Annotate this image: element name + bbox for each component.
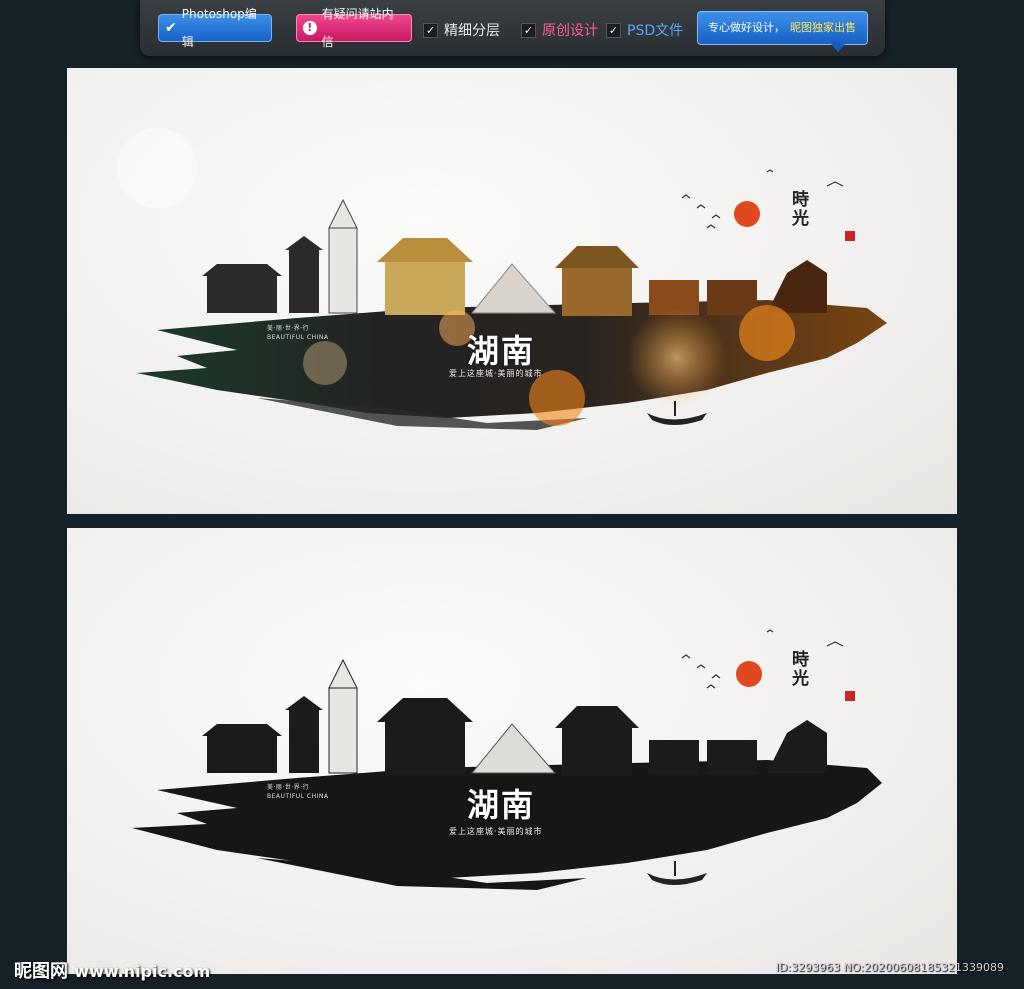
skyline-illustration <box>117 128 887 430</box>
poster-slogan: 爱上这座城·美丽的城市 <box>449 827 543 836</box>
ask-message-label: 有疑问请站内信 <box>321 7 394 49</box>
checkbox-icon: ✓ <box>521 22 536 38</box>
checkmark-icon: ✔ <box>165 20 177 36</box>
birds-icon <box>681 169 844 229</box>
poster-tagline-en: BEAUTIFUL CHINA <box>267 793 329 800</box>
preview-ink-poster[interactable]: 湖南 爱上这座城·美丽的城市 美·丽·世·界·行 BEAUTIFUL CHINA… <box>67 528 957 974</box>
poster-tagline: 美·丽·世·界·行 <box>267 325 310 332</box>
exclusive-promo-button[interactable]: 专心做好设计， 昵图独家出售 <box>697 11 868 52</box>
feature-original-label: 原创设计 <box>542 23 598 39</box>
photoshop-edit-label: Photoshop编辑 <box>181 7 257 49</box>
feature-psd: ✓ PSD文件 <box>606 20 683 40</box>
skyline-illustration <box>132 629 882 890</box>
feature-layers-label: 精细分层 <box>444 23 500 39</box>
feature-layers: ✓ 精细分层 <box>423 20 500 40</box>
preview-color-poster[interactable]: 湖南 爱上这座城·美丽的城市 美·丽·世·界·行 BEAUTIFUL CHINA… <box>67 68 957 514</box>
promo-highlight: 昵图独家出售 <box>790 21 856 34</box>
poster-title: 湖南 <box>467 786 536 824</box>
boat-icon <box>647 413 707 425</box>
red-sun-icon <box>734 201 760 227</box>
ask-message-button[interactable]: ! 有疑问请站内信 <box>296 7 412 49</box>
red-seal-icon <box>845 231 855 241</box>
top-toolbar: ✔ Photoshop编辑 ! 有疑问请站内信 ✓ 精细分层 ✓ 原创设计 ✓ … <box>140 0 885 56</box>
skyline-buildings <box>202 658 827 776</box>
exclamation-icon: ! <box>303 21 317 35</box>
poster-tagline-en: BEAUTIFUL CHINA <box>267 334 329 341</box>
checkbox-icon: ✓ <box>423 22 438 38</box>
feature-original: ✓ 原创设计 <box>521 20 598 40</box>
poster-title: 湖南 <box>467 332 536 370</box>
red-sun-icon <box>736 661 762 687</box>
poster-slogan: 爱上这座城·美丽的城市 <box>449 369 543 378</box>
side-title: 時光 <box>792 190 809 229</box>
nipic-logo: 昵图网 www.nipic.com <box>14 957 210 983</box>
image-id-watermark: ID:3293963 NO:20200608185321339089 <box>775 961 1004 974</box>
red-seal-icon <box>845 691 855 701</box>
promo-prefix: 专心做好设计， <box>708 21 785 34</box>
skyline-buildings <box>202 198 827 316</box>
brand-name: 昵图网 <box>14 961 68 982</box>
birds-icon <box>681 629 844 689</box>
checkbox-icon: ✓ <box>606 22 621 38</box>
poster-tagline: 美·丽·世·界·行 <box>267 784 310 791</box>
boat-icon <box>647 873 707 885</box>
brand-url: www.nipic.com <box>74 962 211 981</box>
side-title: 時光 <box>792 650 809 689</box>
photoshop-edit-button[interactable]: ✔ Photoshop编辑 <box>158 7 272 49</box>
feature-psd-label: PSD文件 <box>627 23 684 39</box>
